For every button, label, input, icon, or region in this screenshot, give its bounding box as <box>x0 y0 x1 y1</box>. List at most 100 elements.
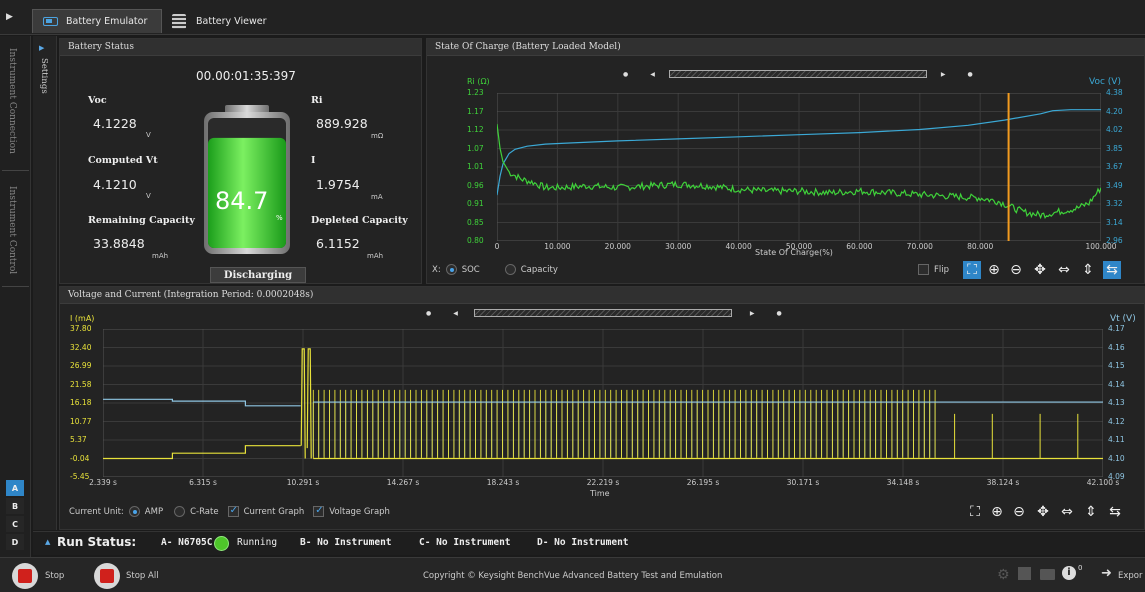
settings-strip[interactable]: ▶ Settings <box>33 36 57 530</box>
next-page-icon[interactable]: ▶ <box>750 310 755 317</box>
voc-label: Voc <box>88 95 107 106</box>
vc-scroll-nav[interactable]: ● ◀ ▶ ● <box>426 309 782 317</box>
app-window: ▶ Battery Emulator Battery Viewer Instru… <box>0 0 1145 592</box>
capacity-radio[interactable] <box>504 264 516 275</box>
vt-tick-label: 4.11 <box>1108 435 1125 444</box>
stop-icon[interactable] <box>12 563 38 589</box>
ri-value: 889.928 <box>316 116 368 131</box>
info-icon[interactable]: i <box>1062 566 1076 580</box>
current-tick-label: 21.58 <box>70 379 92 389</box>
first-page-icon[interactable]: ● <box>623 71 628 78</box>
gear-icon[interactable]: ⚙ <box>997 567 1010 583</box>
channel-a-button[interactable]: A <box>6 480 24 496</box>
zoom-box-icon[interactable]: ⛶ <box>966 503 984 521</box>
expand-arrow-icon[interactable]: ▶ <box>39 44 44 52</box>
cursor-mode-icon[interactable]: ⇆ <box>1106 503 1124 521</box>
battery-gauge <box>204 105 290 254</box>
tab-battery-viewer[interactable]: Battery Viewer <box>162 9 282 33</box>
expand-arrow-icon[interactable]: ▶ <box>6 12 18 24</box>
export-icon[interactable]: ➜ <box>1101 566 1112 581</box>
channel-d-button[interactable]: D <box>6 534 24 550</box>
cursor-mode-icon[interactable]: ⇆ <box>1103 261 1121 279</box>
zoom-out-icon[interactable]: ⊖ <box>1007 261 1025 279</box>
running-indicator-icon <box>214 536 229 551</box>
time-tick-label: 26.195 s <box>686 478 720 487</box>
soc-x-tick-label: 70.000 <box>906 242 933 251</box>
fit-all-icon[interactable]: ✥ <box>1034 503 1052 521</box>
voltage-graph-checkbox[interactable] <box>313 505 325 517</box>
zoom-box-icon[interactable]: ⛶ <box>963 261 981 279</box>
channel-c-button[interactable]: C <box>6 516 24 532</box>
collapse-arrow-icon[interactable]: ▲ <box>45 538 50 546</box>
channel-b-button[interactable]: B <box>6 498 24 514</box>
ri-label: Ri <box>311 95 323 106</box>
voltage-graph-label: Voltage Graph <box>329 506 390 517</box>
fit-horizontal-icon[interactable]: ⇔ <box>1058 503 1076 521</box>
voc-tick-label: 3.32 <box>1106 199 1123 208</box>
tab-battery-emulator[interactable]: Battery Emulator <box>32 9 162 33</box>
run-status-bar: ▲ Run Status: A- N6705C Running B- No In… <box>33 531 1145 555</box>
flip-checkbox[interactable] <box>918 264 929 275</box>
next-page-icon[interactable]: ▶ <box>941 71 946 78</box>
soc-x-tick-label: 50.000 <box>785 242 813 251</box>
voltage-current-chart[interactable] <box>103 329 1103 477</box>
scroll-track[interactable] <box>668 70 927 78</box>
time-tick-label: 14.267 s <box>386 478 420 487</box>
instrument-connection-tab[interactable]: Instrument Connection <box>7 48 17 154</box>
ri-tick-label: 1.17 <box>467 106 484 116</box>
current-unit-label: Current Unit: <box>69 506 124 517</box>
amp-radio[interactable] <box>128 506 140 517</box>
stop-all-icon[interactable] <box>94 563 120 589</box>
zoom-in-icon[interactable]: ⊕ <box>985 261 1003 279</box>
voc-tick-label: 3.67 <box>1106 162 1123 171</box>
fit-all-icon[interactable]: ✥ <box>1031 261 1049 279</box>
stop-all-button[interactable]: Stop All <box>126 571 159 581</box>
database-icon <box>172 13 186 29</box>
last-page-icon[interactable]: ● <box>968 71 973 78</box>
panel-title: Voltage and Current (Integration Period:… <box>60 287 1144 304</box>
scroll-track[interactable] <box>473 309 732 317</box>
channel-b-status: B- No Instrument <box>300 537 392 548</box>
prev-page-icon[interactable]: ◀ <box>650 71 655 78</box>
current-graph-checkbox[interactable] <box>227 505 239 517</box>
current-tick-label: 10.77 <box>70 416 92 426</box>
vt-tick-label: 4.13 <box>1108 398 1125 407</box>
amp-label: AMP <box>144 506 164 517</box>
export-button[interactable]: Expor <box>1118 571 1143 581</box>
fit-vertical-icon[interactable]: ⇕ <box>1082 503 1100 521</box>
series-i-base <box>103 445 301 460</box>
series-i-tail-pulses <box>954 413 1079 459</box>
current-tick-label: 37.80 <box>70 324 92 333</box>
stop-button[interactable]: Stop <box>45 571 64 581</box>
remaining-capacity-value: 33.8848 <box>93 236 145 251</box>
zoom-in-icon[interactable]: ⊕ <box>988 503 1006 521</box>
panel-title: Battery Status <box>60 39 421 56</box>
soc-radio[interactable] <box>445 264 457 275</box>
save-icon[interactable] <box>1018 567 1031 580</box>
folder-icon[interactable] <box>1040 569 1055 580</box>
x-axis-selector: X: SOC Capacity <box>432 264 558 275</box>
time-tick-label: 38.124 s <box>986 478 1020 487</box>
voltage-current-panel: Voltage and Current (Integration Period:… <box>59 286 1145 530</box>
c-rate-radio[interactable] <box>174 506 186 517</box>
remaining-capacity-unit: mAh <box>152 252 169 260</box>
last-page-icon[interactable]: ● <box>777 310 782 317</box>
instrument-control-tab[interactable]: Instrument Control <box>7 186 17 274</box>
soc-scroll-nav[interactable]: ● ◀ ▶ ● <box>623 70 973 78</box>
state-of-charge-panel: State Of Charge (Battery Loaded Model) ●… <box>426 38 1145 284</box>
prev-page-icon[interactable]: ◀ <box>453 310 458 317</box>
soc-chart[interactable] <box>497 93 1101 241</box>
voc-tick-label: 3.14 <box>1106 217 1123 227</box>
time-tick-label: 22.219 s <box>586 478 620 487</box>
time-tick-label: 10.291 s <box>286 478 320 487</box>
fit-horizontal-icon[interactable]: ⇔ <box>1055 261 1073 279</box>
fit-vertical-icon[interactable]: ⇕ <box>1079 261 1097 279</box>
current-unit: mA <box>371 193 383 201</box>
vc-toolbar: ⛶ ⊕ ⊖ ✥ ⇔ ⇕ ⇆ <box>966 503 1145 523</box>
zoom-out-icon[interactable]: ⊖ <box>1010 503 1028 521</box>
current-unit-controls: Current Unit: AMP C-Rate Current Graph V… <box>69 505 390 517</box>
battery-status-panel: Battery Status 00.00:01:35:397 Voc 4.122… <box>59 38 422 284</box>
first-page-icon[interactable]: ● <box>426 310 431 317</box>
depleted-capacity-value: 6.1152 <box>316 236 360 251</box>
depleted-capacity-unit: mAh <box>367 252 384 260</box>
